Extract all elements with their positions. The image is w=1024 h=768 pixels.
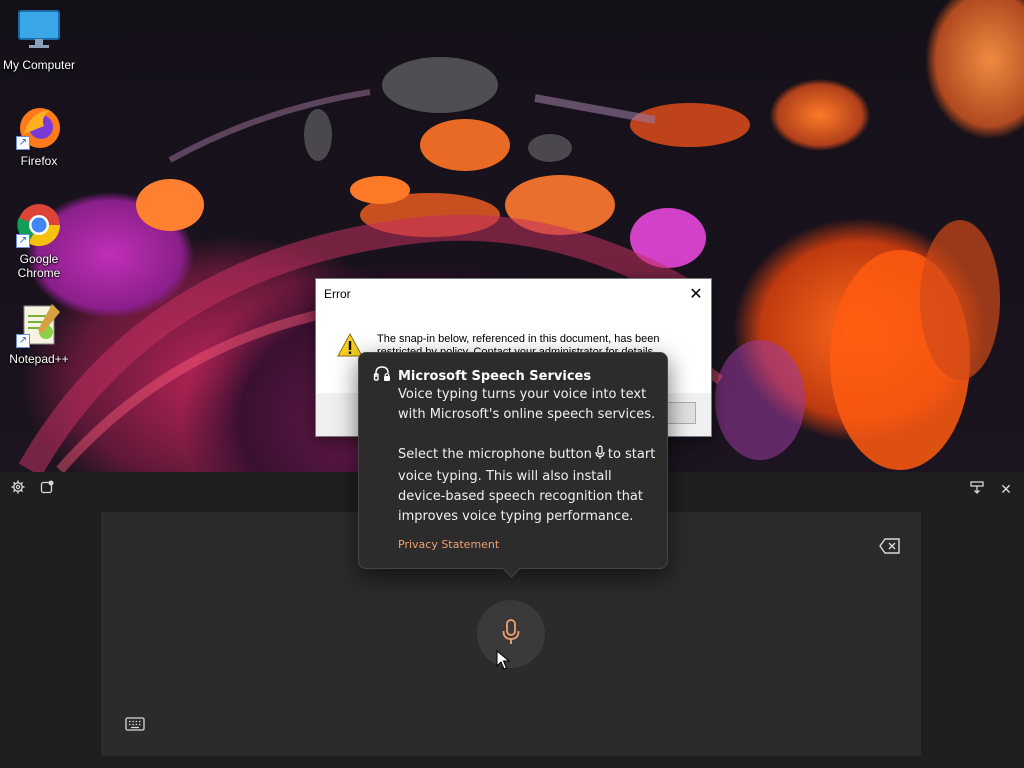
flyout-header: Microsoft Speech Services (373, 365, 591, 387)
desktop-icon-my-computer[interactable]: My Computer (0, 8, 78, 72)
shortcut-arrow-icon: ↗ (16, 234, 30, 248)
chrome-icon: ↗ (16, 202, 62, 248)
microphone-icon (595, 445, 605, 467)
shortcut-arrow-icon: ↗ (16, 136, 30, 150)
flyout-description: Voice typing turns your voice into text … (398, 387, 656, 422)
desktop-icon-firefox[interactable]: ↗ Firefox (0, 104, 78, 168)
microphone-button[interactable] (477, 600, 545, 668)
desktop-icon-label: Google Chrome (17, 252, 61, 280)
monitor-icon (16, 8, 62, 54)
error-dialog-titlebar[interactable]: Error ✕ (316, 279, 711, 309)
help-icon[interactable] (37, 480, 57, 500)
desktop-icon-label: Notepad++ (9, 352, 69, 366)
close-button[interactable]: ✕ (681, 284, 711, 304)
shortcut-arrow-icon: ↗ (16, 334, 30, 348)
dock-icon[interactable] (967, 480, 987, 500)
notepadpp-icon: ↗ (16, 302, 62, 348)
close-button[interactable]: ✕ (996, 480, 1016, 500)
microphone-icon (501, 618, 521, 650)
desktop-icon-label: My Computer (2, 58, 76, 72)
keyboard-icon[interactable] (125, 716, 145, 731)
instruction-text-start: Select the microphone button (398, 447, 592, 462)
desktop-icon-google-chrome[interactable]: ↗ Google Chrome (0, 202, 78, 280)
firefox-icon: ↗ (16, 104, 62, 150)
desktop-icon-label: Firefox (20, 154, 58, 168)
error-dialog-title: Error (324, 287, 351, 301)
flyout-instruction: Select the microphone button to start vo… (398, 445, 660, 527)
gear-icon[interactable] (8, 480, 28, 500)
privacy-statement-link[interactable]: Privacy Statement (398, 538, 499, 551)
flyout-title: Microsoft Speech Services (398, 368, 592, 384)
mouse-pointer-icon (496, 649, 511, 674)
cloud-lock-icon (373, 365, 391, 387)
desktop-icon-notepadpp[interactable]: ↗ Notepad++ (0, 302, 78, 366)
backspace-icon[interactable] (879, 538, 901, 554)
speech-services-flyout: Microsoft Speech Services Voice typing t… (358, 352, 668, 578)
